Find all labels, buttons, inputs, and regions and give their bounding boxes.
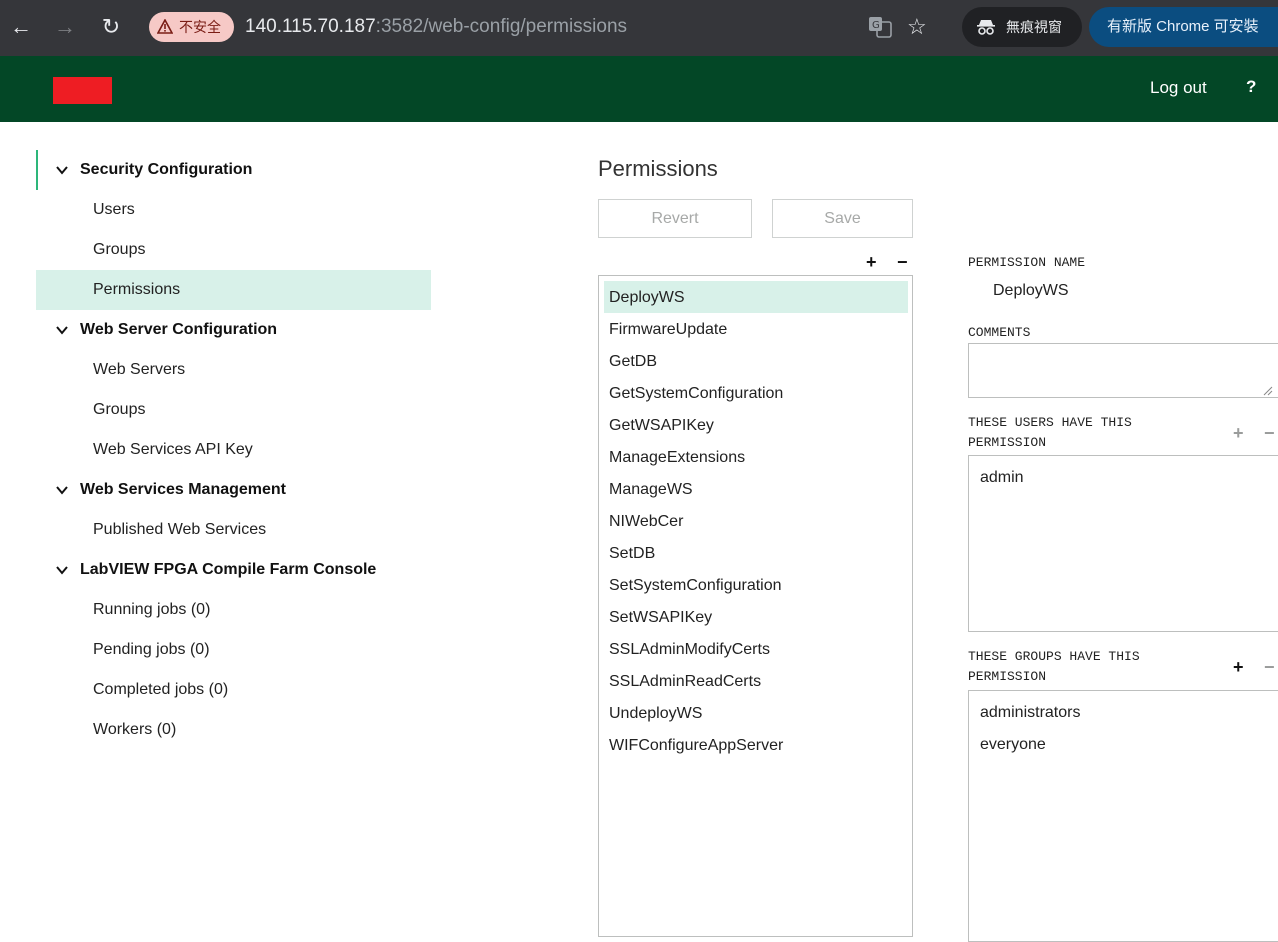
groups-list[interactable]: administrators everyone: [968, 690, 1278, 942]
list-item[interactable]: FirmwareUpdate: [609, 320, 727, 340]
permissions-list[interactable]: DeployWS FirmwareUpdate GetDB GetSystemC…: [598, 275, 913, 937]
incognito-indicator[interactable]: 無痕視窗: [962, 7, 1082, 47]
help-link[interactable]: ?: [1246, 76, 1256, 98]
groups-label-line2: PERMISSION: [968, 669, 1047, 684]
list-item[interactable]: ManageExtensions: [609, 448, 745, 468]
sidebar-section-web-server[interactable]: Web Server Configuration: [80, 320, 277, 340]
users-label-line1: THESE USERS HAVE THIS: [968, 415, 1132, 430]
users-list[interactable]: admin: [968, 455, 1278, 632]
list-item[interactable]: administrators: [980, 703, 1080, 723]
save-button[interactable]: Save: [772, 199, 913, 238]
remove-permission-button[interactable]: −: [897, 253, 908, 271]
list-item[interactable]: SetWSAPIKey: [609, 608, 712, 628]
sidebar-item-api-key[interactable]: Web Services API Key: [93, 440, 253, 460]
incognito-label: 無痕視窗: [1006, 19, 1062, 35]
list-item[interactable]: UndeployWS: [609, 704, 702, 724]
page-title: Permissions: [598, 156, 718, 181]
list-item[interactable]: NIWebCer: [609, 512, 683, 532]
comments-field[interactable]: [968, 343, 1278, 398]
list-item[interactable]: SetSystemConfiguration: [609, 576, 782, 596]
address-bar[interactable]: 140.115.70.187:3582/web-config/permissio…: [245, 14, 627, 40]
chrome-update-button[interactable]: 有新版 Chrome 可安裝: [1089, 7, 1278, 47]
sidebar-section-web-services[interactable]: Web Services Management: [80, 480, 286, 500]
revert-button[interactable]: Revert: [598, 199, 752, 238]
translate-icon[interactable]: G: [868, 16, 892, 38]
list-item[interactable]: DeployWS: [609, 288, 685, 308]
security-warning-chip[interactable]: 不安全: [149, 12, 234, 42]
sidebar-item-groups[interactable]: Groups: [93, 240, 145, 260]
back-arrow-icon[interactable]: ←: [6, 12, 36, 42]
list-item[interactable]: GetDB: [609, 352, 657, 372]
sidebar-item-pending-jobs[interactable]: Pending jobs (0): [93, 640, 210, 660]
sidebar-item-completed-jobs[interactable]: Completed jobs (0): [93, 680, 228, 700]
permission-name-value: DeployWS: [993, 282, 1069, 299]
logout-link[interactable]: Log out: [1150, 77, 1207, 99]
add-user-button[interactable]: +: [1233, 424, 1244, 442]
url-host: 140.115.70.187: [245, 16, 376, 37]
browser-toolbar: ← → ↻ 不安全 140.115.70.187:3582/web-config…: [0, 0, 1278, 56]
groups-label-line1: THESE GROUPS HAVE THIS: [968, 649, 1140, 664]
users-label-line2: PERMISSION: [968, 435, 1047, 450]
comments-label: COMMENTS: [968, 325, 1031, 340]
permission-name-label: PERMISSION NAME: [968, 255, 1086, 270]
sidebar-item-users[interactable]: Users: [93, 200, 135, 220]
sidebar-item-web-servers[interactable]: Web Servers: [93, 360, 185, 380]
sidebar-section-security[interactable]: Security Configuration: [80, 160, 252, 180]
chevron-down-icon[interactable]: [56, 480, 68, 500]
app-header: Log out ?: [0, 56, 1278, 122]
warning-icon: [157, 19, 173, 34]
list-item[interactable]: ManageWS: [609, 480, 693, 500]
list-item[interactable]: WIFConfigureAppServer: [609, 736, 783, 756]
bookmark-star-icon[interactable]: ☆: [907, 11, 927, 43]
list-item[interactable]: everyone: [980, 735, 1046, 755]
incognito-icon: [977, 20, 995, 35]
list-item[interactable]: SetDB: [609, 544, 655, 564]
remove-group-button[interactable]: −: [1264, 658, 1275, 676]
chevron-down-icon[interactable]: [56, 560, 68, 580]
forward-arrow-icon[interactable]: →: [50, 12, 80, 42]
sidebar-item-permissions[interactable]: Permissions: [93, 280, 180, 300]
url-path: :3582/web-config/permissions: [375, 16, 628, 37]
add-group-button[interactable]: +: [1233, 658, 1244, 676]
logo: [53, 77, 112, 104]
sidebar-item-workers[interactable]: Workers (0): [93, 720, 176, 740]
list-item[interactable]: GetWSAPIKey: [609, 416, 714, 436]
active-section-indicator: [36, 150, 38, 190]
security-label: 不安全: [179, 19, 221, 35]
reload-icon[interactable]: ↻: [96, 12, 126, 42]
list-item[interactable]: SSLAdminReadCerts: [609, 672, 761, 692]
update-label: 有新版 Chrome 可安裝: [1107, 18, 1259, 35]
sidebar-item-web-groups[interactable]: Groups: [93, 400, 145, 420]
chevron-down-icon[interactable]: [56, 160, 68, 180]
svg-text:G: G: [872, 20, 880, 31]
chevron-down-icon[interactable]: [56, 320, 68, 340]
list-item[interactable]: SSLAdminModifyCerts: [609, 640, 770, 660]
sidebar-item-running-jobs[interactable]: Running jobs (0): [93, 600, 210, 620]
sidebar-item-published-services[interactable]: Published Web Services: [93, 520, 266, 540]
list-item[interactable]: GetSystemConfiguration: [609, 384, 783, 404]
add-permission-button[interactable]: +: [866, 253, 877, 271]
list-item[interactable]: admin: [980, 468, 1024, 488]
sidebar-section-compile-farm[interactable]: LabVIEW FPGA Compile Farm Console: [80, 560, 376, 580]
remove-user-button[interactable]: −: [1264, 424, 1275, 442]
resize-grip-icon[interactable]: [1261, 384, 1273, 396]
